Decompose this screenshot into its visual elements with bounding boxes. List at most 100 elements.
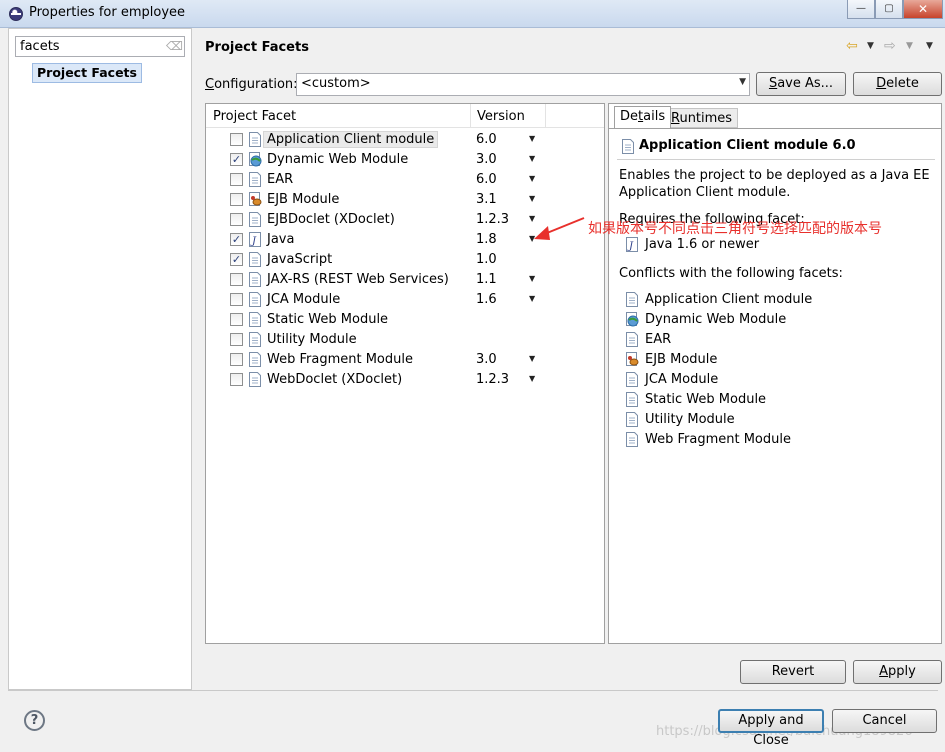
conflict-item: JCA Module (623, 370, 923, 390)
facet-checkbox[interactable]: ✓ (230, 233, 243, 246)
facet-row[interactable]: EAR 6.0 ▼ (206, 169, 604, 189)
minimize-button[interactable]: — (847, 0, 875, 19)
page-icon (248, 212, 262, 227)
clear-filter-icon[interactable]: ⌫ (166, 39, 183, 53)
forward-menu-chevron-icon[interactable]: ▼ (906, 41, 913, 51)
conflict-item: EJB Module (623, 350, 923, 370)
conflict-item: Static Web Module (623, 390, 923, 410)
conflict-item: Web Fragment Module (623, 430, 923, 450)
facet-row[interactable]: Web Fragment Module 3.0 ▼ (206, 349, 604, 369)
page-icon (625, 412, 639, 427)
facet-checkbox[interactable] (230, 293, 243, 306)
svg-text:J: J (627, 241, 634, 252)
facet-checkbox[interactable]: ✓ (230, 153, 243, 166)
forward-arrow-icon[interactable]: ⇨ (884, 38, 896, 54)
page-icon (248, 372, 262, 387)
facet-checkbox[interactable] (230, 133, 243, 146)
facet-row[interactable]: Utility Module (206, 329, 604, 349)
facet-name: EJB Module (267, 192, 340, 207)
version-dropdown-icon[interactable]: ▼ (529, 154, 535, 163)
page-title: Project Facets (205, 40, 309, 55)
view-menu-icon[interactable]: ▼ (926, 41, 933, 51)
close-button[interactable]: ✕ (903, 0, 943, 19)
facet-name: JAX-RS (REST Web Services) (267, 272, 449, 287)
facet-version[interactable]: 6.0 (476, 132, 497, 147)
page-icon (625, 432, 639, 447)
facet-version[interactable]: 1.2.3 (476, 372, 509, 387)
filter-input[interactable] (15, 36, 185, 57)
facet-version[interactable]: 3.0 (476, 352, 497, 367)
facets-table-header: Project Facet Version (206, 104, 604, 128)
facet-row[interactable]: Static Web Module (206, 309, 604, 329)
web-globe-icon (625, 312, 639, 327)
facet-row[interactable]: EJB Module 3.1 ▼ (206, 189, 604, 209)
configuration-combo[interactable]: <custom> ▼ (296, 73, 750, 96)
facet-checkbox[interactable] (230, 333, 243, 346)
facet-row[interactable]: ✓ JavaScript 1.0 (206, 249, 604, 269)
delete-button[interactable]: Delete (853, 72, 942, 96)
ejb-bean-icon (248, 192, 262, 207)
facet-version[interactable]: 6.0 (476, 172, 497, 187)
facet-row[interactable]: JCA Module 1.6 ▼ (206, 289, 604, 309)
column-header-project-facet[interactable]: Project Facet (213, 109, 296, 124)
page-icon (248, 292, 262, 307)
apply-button[interactable]: Apply (853, 660, 942, 684)
facet-checkbox[interactable] (230, 313, 243, 326)
facet-row[interactable]: ✓ Dynamic Web Module 3.0 ▼ (206, 149, 604, 169)
facet-version[interactable]: 3.1 (476, 192, 497, 207)
facet-name: Web Fragment Module (267, 352, 413, 367)
facet-row[interactable]: Application Client module 6.0 ▼ (206, 129, 604, 149)
conflicts-heading: Conflicts with the following facets: (619, 266, 843, 281)
facet-version[interactable]: 1.8 (476, 232, 497, 247)
facet-checkbox[interactable] (230, 273, 243, 286)
maximize-button[interactable]: ▢ (875, 0, 903, 19)
property-page-tree: ⌫ Project Facets (8, 28, 192, 690)
version-dropdown-icon[interactable]: ▼ (529, 294, 535, 303)
details-panel: Details Runtimes Application Client modu… (608, 103, 942, 644)
facet-version[interactable]: 1.2.3 (476, 212, 509, 227)
column-header-version[interactable]: Version (477, 109, 525, 124)
version-dropdown-icon[interactable]: ▼ (529, 194, 535, 203)
version-dropdown-icon[interactable]: ▼ (529, 134, 535, 143)
version-dropdown-icon[interactable]: ▼ (529, 354, 535, 363)
facet-checkbox[interactable]: ✓ (230, 253, 243, 266)
facet-checkbox[interactable] (230, 173, 243, 186)
cancel-button[interactable]: Cancel (832, 709, 937, 733)
requires-item: J Java 1.6 or newer (623, 235, 923, 255)
facet-row[interactable]: WebDoclet (XDoclet) 1.2.3 ▼ (206, 369, 604, 389)
tab-details[interactable]: Details (614, 106, 672, 128)
back-menu-chevron-icon[interactable]: ▼ (867, 41, 874, 51)
version-dropdown-icon[interactable]: ▼ (529, 374, 535, 383)
apply-and-close-button[interactable]: Apply and Close (718, 709, 824, 748)
facet-row[interactable]: JAX-RS (REST Web Services) 1.1 ▼ (206, 269, 604, 289)
facet-checkbox[interactable] (230, 193, 243, 206)
facet-version[interactable]: 1.1 (476, 272, 497, 287)
tree-item-project-facets[interactable]: Project Facets (32, 63, 142, 83)
annotation-arrow-icon (534, 217, 585, 240)
page-icon (248, 332, 262, 347)
facet-version[interactable]: 3.0 (476, 152, 497, 167)
back-arrow-icon[interactable]: ⇦ (846, 38, 858, 54)
facet-checkbox[interactable] (230, 353, 243, 366)
facet-checkbox[interactable] (230, 373, 243, 386)
configuration-value: <custom> (301, 76, 371, 91)
facet-checkbox[interactable] (230, 213, 243, 226)
save-as-button[interactable]: Save As... (756, 72, 846, 96)
facet-name: EAR (267, 172, 294, 187)
tab-runtimes[interactable]: Runtimes (665, 108, 739, 128)
page-icon (621, 139, 635, 154)
revert-button[interactable]: Revert (740, 660, 846, 684)
facet-version[interactable]: 1.0 (476, 252, 497, 267)
facet-name: Dynamic Web Module (267, 152, 409, 167)
facet-name: JavaScript (267, 252, 333, 267)
version-dropdown-icon[interactable]: ▼ (529, 274, 535, 283)
details-description-line-2: Application Client module. (619, 185, 791, 200)
facet-name: Utility Module (267, 332, 357, 347)
facet-name: WebDoclet (XDoclet) (267, 372, 403, 387)
page-icon (625, 372, 639, 387)
window-title: Properties for employee (29, 5, 186, 20)
page-icon (248, 252, 262, 267)
version-dropdown-icon[interactable]: ▼ (529, 174, 535, 183)
help-icon[interactable]: ? (24, 710, 45, 731)
facet-version[interactable]: 1.6 (476, 292, 497, 307)
